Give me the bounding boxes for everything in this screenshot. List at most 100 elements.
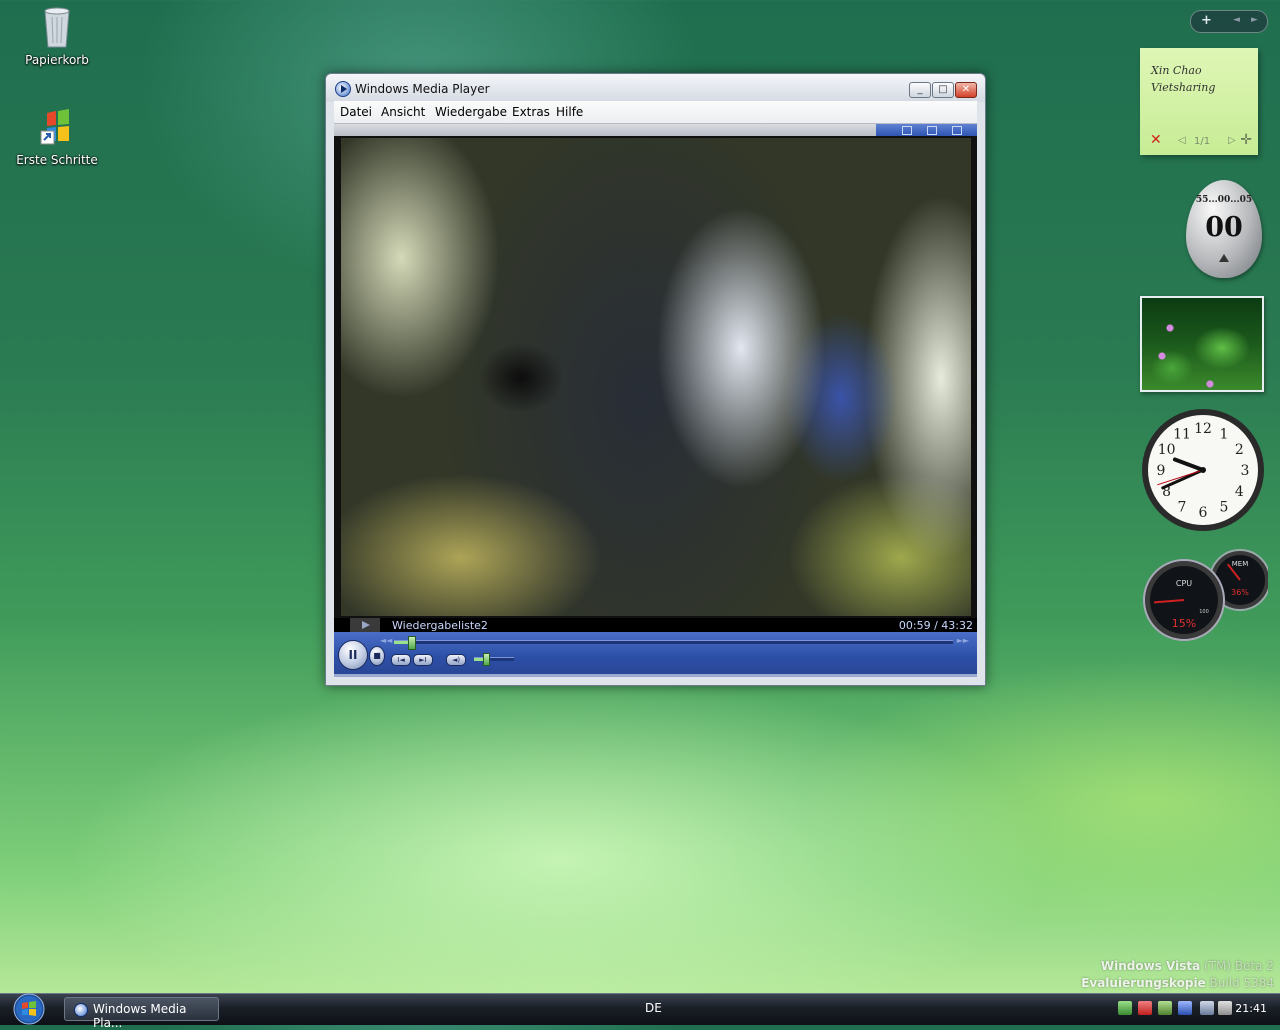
close-button[interactable]: ✕ xyxy=(955,82,977,98)
note-text[interactable]: Xin Chao Vietsharing xyxy=(1151,62,1215,96)
video-frame xyxy=(341,138,971,616)
clock-number: 6 xyxy=(1199,505,1208,521)
media-player-icon xyxy=(74,1003,88,1017)
play-indicator-icon xyxy=(350,618,380,632)
add-note-icon[interactable]: ✛ xyxy=(1240,132,1252,148)
update-icon[interactable] xyxy=(1158,1001,1172,1015)
security-shield-icon[interactable] xyxy=(1138,1001,1152,1015)
language-indicator[interactable]: DE xyxy=(645,1001,662,1015)
egg-timer-gadget[interactable]: 55...00...05 00 xyxy=(1186,180,1262,278)
minimize-button[interactable]: _ xyxy=(909,82,931,98)
taskbar-item-media-player[interactable]: Windows Media Pla... xyxy=(64,997,219,1030)
welcome-center-icon xyxy=(33,103,81,151)
fullscreen-icon[interactable] xyxy=(952,126,962,135)
volume-muted-icon[interactable] xyxy=(1218,1001,1232,1015)
note-footer: ✕ ◁ 1/1 ▷ ✛ xyxy=(1148,132,1252,149)
minimize-icon: _ xyxy=(917,84,923,95)
desktop-icon-label: Papierkorb xyxy=(25,53,89,67)
watermark-line1-bold: Windows Vista xyxy=(1100,959,1201,973)
note-line: Xin Chao xyxy=(1151,64,1202,77)
note-line: Vietsharing xyxy=(1151,81,1216,94)
recycle-bin-icon xyxy=(33,3,81,51)
timer-dial: 55...00...05 xyxy=(1195,195,1253,205)
cpu-meter-gadget[interactable]: CPU 15% 100 MEM 36% xyxy=(1142,548,1271,644)
menu-bar: Datei Ansicht Wiedergabe Extras Hilfe xyxy=(334,101,977,124)
status-line: Wiedergabeliste2 00:59 / 43:32 xyxy=(334,618,977,632)
slideshow-gadget[interactable] xyxy=(1140,296,1264,392)
stop-icon: ■ xyxy=(373,651,381,660)
compact-mode-icon[interactable] xyxy=(927,126,937,135)
connection-icon[interactable] xyxy=(1200,1001,1214,1015)
menu-hilfe[interactable]: Hilfe xyxy=(556,105,583,119)
video-area[interactable] xyxy=(334,136,977,618)
desktop-icon-welcome-center[interactable]: Erste Schritte xyxy=(12,103,102,167)
start-button[interactable] xyxy=(7,993,49,1025)
transport-controls: ◄◄ ►► II ■ I◄ ►I ◄) xyxy=(334,632,977,677)
view-mode-bar xyxy=(876,124,977,136)
menu-ansicht[interactable]: Ansicht xyxy=(381,105,425,119)
time-readout: 00:59 / 43:32 xyxy=(898,619,973,632)
mute-button[interactable]: ◄) xyxy=(446,654,466,666)
maximize-icon: □ xyxy=(938,84,948,95)
fast-forward-icon[interactable]: ►► xyxy=(957,636,969,645)
rewind-icon[interactable]: ◄◄ xyxy=(380,636,392,645)
stop-button[interactable]: ■ xyxy=(369,646,385,666)
seek-thumb[interactable] xyxy=(407,636,416,650)
speaker-icon: ◄) xyxy=(451,656,461,664)
desktop-icon-label: Erste Schritte xyxy=(16,153,98,167)
menu-wiedergabe[interactable]: Wiedergabe xyxy=(435,105,507,119)
previous-icon: I◄ xyxy=(397,656,405,664)
timer-pointer-icon xyxy=(1219,254,1229,262)
clock-number: 12 xyxy=(1194,421,1212,437)
media-player-icon xyxy=(335,81,351,97)
display-icon[interactable] xyxy=(1178,1001,1192,1015)
title-bar[interactable]: Windows Media Player _ □ ✕ xyxy=(326,74,985,102)
clock-number: 11 xyxy=(1173,427,1191,443)
next-note-icon[interactable]: ▷ xyxy=(1228,135,1236,146)
pause-button[interactable]: II xyxy=(338,640,368,670)
watermark-line2-rest: Build 5384 xyxy=(1205,976,1274,990)
clock-number: 3 xyxy=(1241,463,1250,479)
cpu-label: CPU xyxy=(1176,579,1192,588)
close-icon: ✕ xyxy=(961,84,971,95)
desktop-icon-recycle-bin[interactable]: Papierkorb xyxy=(12,3,102,67)
taskbar: Windows Media Pla... DE 21:41 xyxy=(0,993,1280,1030)
top-strip xyxy=(334,124,977,136)
tray-clock[interactable]: 21:41 xyxy=(1235,1002,1267,1015)
window-title: Windows Media Player xyxy=(355,82,490,96)
sidebar-next-button[interactable]: ► xyxy=(1251,15,1258,25)
maximize-button[interactable]: □ xyxy=(932,82,954,98)
seek-bar[interactable] xyxy=(394,636,953,650)
clock-number: 1 xyxy=(1220,427,1229,443)
windows-logo-icon xyxy=(13,993,45,1025)
delete-note-icon[interactable]: ✕ xyxy=(1150,132,1162,148)
next-button[interactable]: ►I xyxy=(413,654,433,666)
next-icon: ►I xyxy=(419,656,427,664)
cpu-value: 15% xyxy=(1172,617,1196,630)
cpu-scale-max: 100 xyxy=(1199,609,1209,615)
media-player-window[interactable]: Windows Media Player _ □ ✕ Datei Ansicht… xyxy=(325,73,986,686)
watermark-line1-rest: (TM) Beta 2 xyxy=(1200,959,1274,973)
clock-number: 9 xyxy=(1157,463,1166,479)
network-icon[interactable] xyxy=(1118,1001,1132,1015)
previous-button[interactable]: I◄ xyxy=(391,654,411,666)
build-watermark: Windows Vista (TM) Beta 2 Evaluierungsko… xyxy=(1081,958,1274,992)
note-page: 1/1 xyxy=(1194,136,1211,147)
prev-note-icon[interactable]: ◁ xyxy=(1178,135,1186,146)
sidebar-prev-button[interactable]: ◄ xyxy=(1233,15,1240,25)
taskbar-item-label: Windows Media Pla... xyxy=(93,1002,187,1030)
menu-datei[interactable]: Datei xyxy=(340,105,372,119)
volume-thumb[interactable] xyxy=(483,653,490,666)
clock-number: 10 xyxy=(1158,442,1176,458)
sidebar-controls: + ◄ ► xyxy=(1190,10,1268,33)
view-mode-icon[interactable] xyxy=(902,126,912,135)
add-gadget-button[interactable]: + xyxy=(1201,13,1212,28)
watermark-line2-bold: Evaluierungskopie xyxy=(1081,976,1206,990)
clock-number: 4 xyxy=(1235,484,1244,500)
clock-gadget[interactable]: 12 1 2 3 4 5 6 7 8 9 10 11 xyxy=(1140,407,1266,533)
menu-extras[interactable]: Extras xyxy=(512,105,550,119)
notes-gadget[interactable]: Xin Chao Vietsharing ✕ ◁ 1/1 ▷ ✛ xyxy=(1140,48,1258,155)
clock-number: 2 xyxy=(1235,442,1244,458)
clock-number: 5 xyxy=(1220,499,1229,515)
volume-slider[interactable] xyxy=(474,653,514,666)
